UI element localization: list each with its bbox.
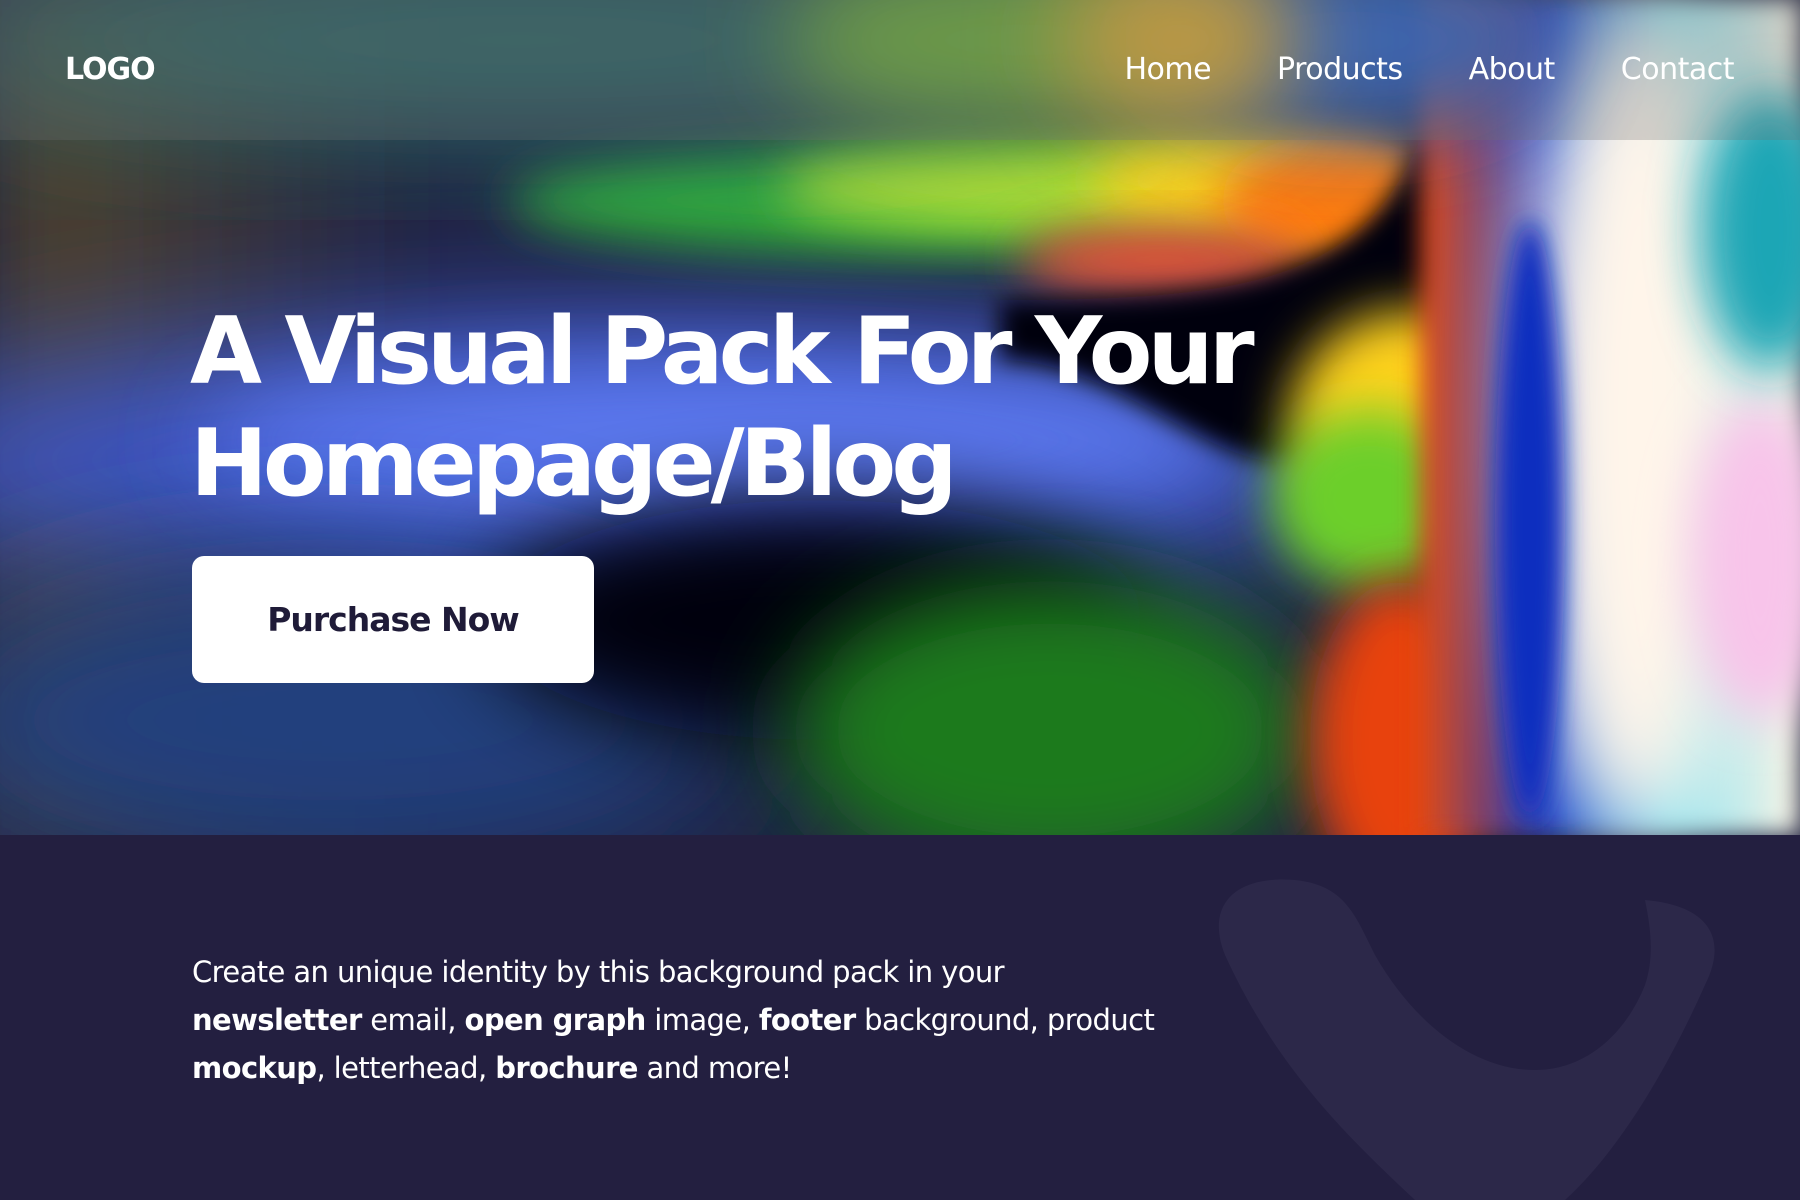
watermark-v-shape-icon: [1218, 879, 1715, 1200]
description-text: Create an unique identity by this backgr…: [192, 948, 1192, 1092]
keyword-newsletter: newsletter: [192, 1003, 362, 1037]
nav-link-contact[interactable]: Contact: [1621, 50, 1735, 90]
keyword-mockup: mockup: [192, 1051, 317, 1085]
hero-section: LOGO Home Products About Contact A Visua…: [0, 0, 1800, 835]
main-nav: Home Products About Contact: [1124, 50, 1734, 90]
nav-link-products[interactable]: Products: [1277, 50, 1403, 90]
description-fragment-image: image,: [645, 1003, 759, 1037]
top-navigation-bar: LOGO Home Products About Contact: [0, 0, 1800, 140]
description-fragment-and-more: and more!: [637, 1051, 792, 1085]
hero-title-line-2: Homepage/Blog: [190, 409, 958, 517]
keyword-brochure: brochure: [495, 1051, 638, 1085]
description-fragment-background-product: background, product: [855, 1003, 1155, 1037]
logo[interactable]: LOGO: [65, 50, 156, 90]
keyword-open-graph: open graph: [464, 1003, 647, 1037]
nav-link-home[interactable]: Home: [1124, 50, 1211, 90]
hero-title: A Visual Pack For Your Homepage/Blog: [190, 295, 1255, 519]
purchase-now-button[interactable]: Purchase Now: [192, 556, 594, 683]
description-section: Create an unique identity by this backgr…: [0, 835, 1800, 1200]
nav-link-about[interactable]: About: [1469, 50, 1556, 90]
keyword-footer: footer: [758, 1003, 856, 1037]
hero-title-line-1: A Visual Pack For Your: [190, 297, 1255, 405]
description-fragment-letterhead: , letterhead,: [316, 1051, 496, 1085]
description-fragment-email: email,: [361, 1003, 465, 1037]
description-line-1: Create an unique identity by this backgr…: [192, 955, 1005, 989]
landing-page: LOGO Home Products About Contact A Visua…: [0, 0, 1800, 1200]
